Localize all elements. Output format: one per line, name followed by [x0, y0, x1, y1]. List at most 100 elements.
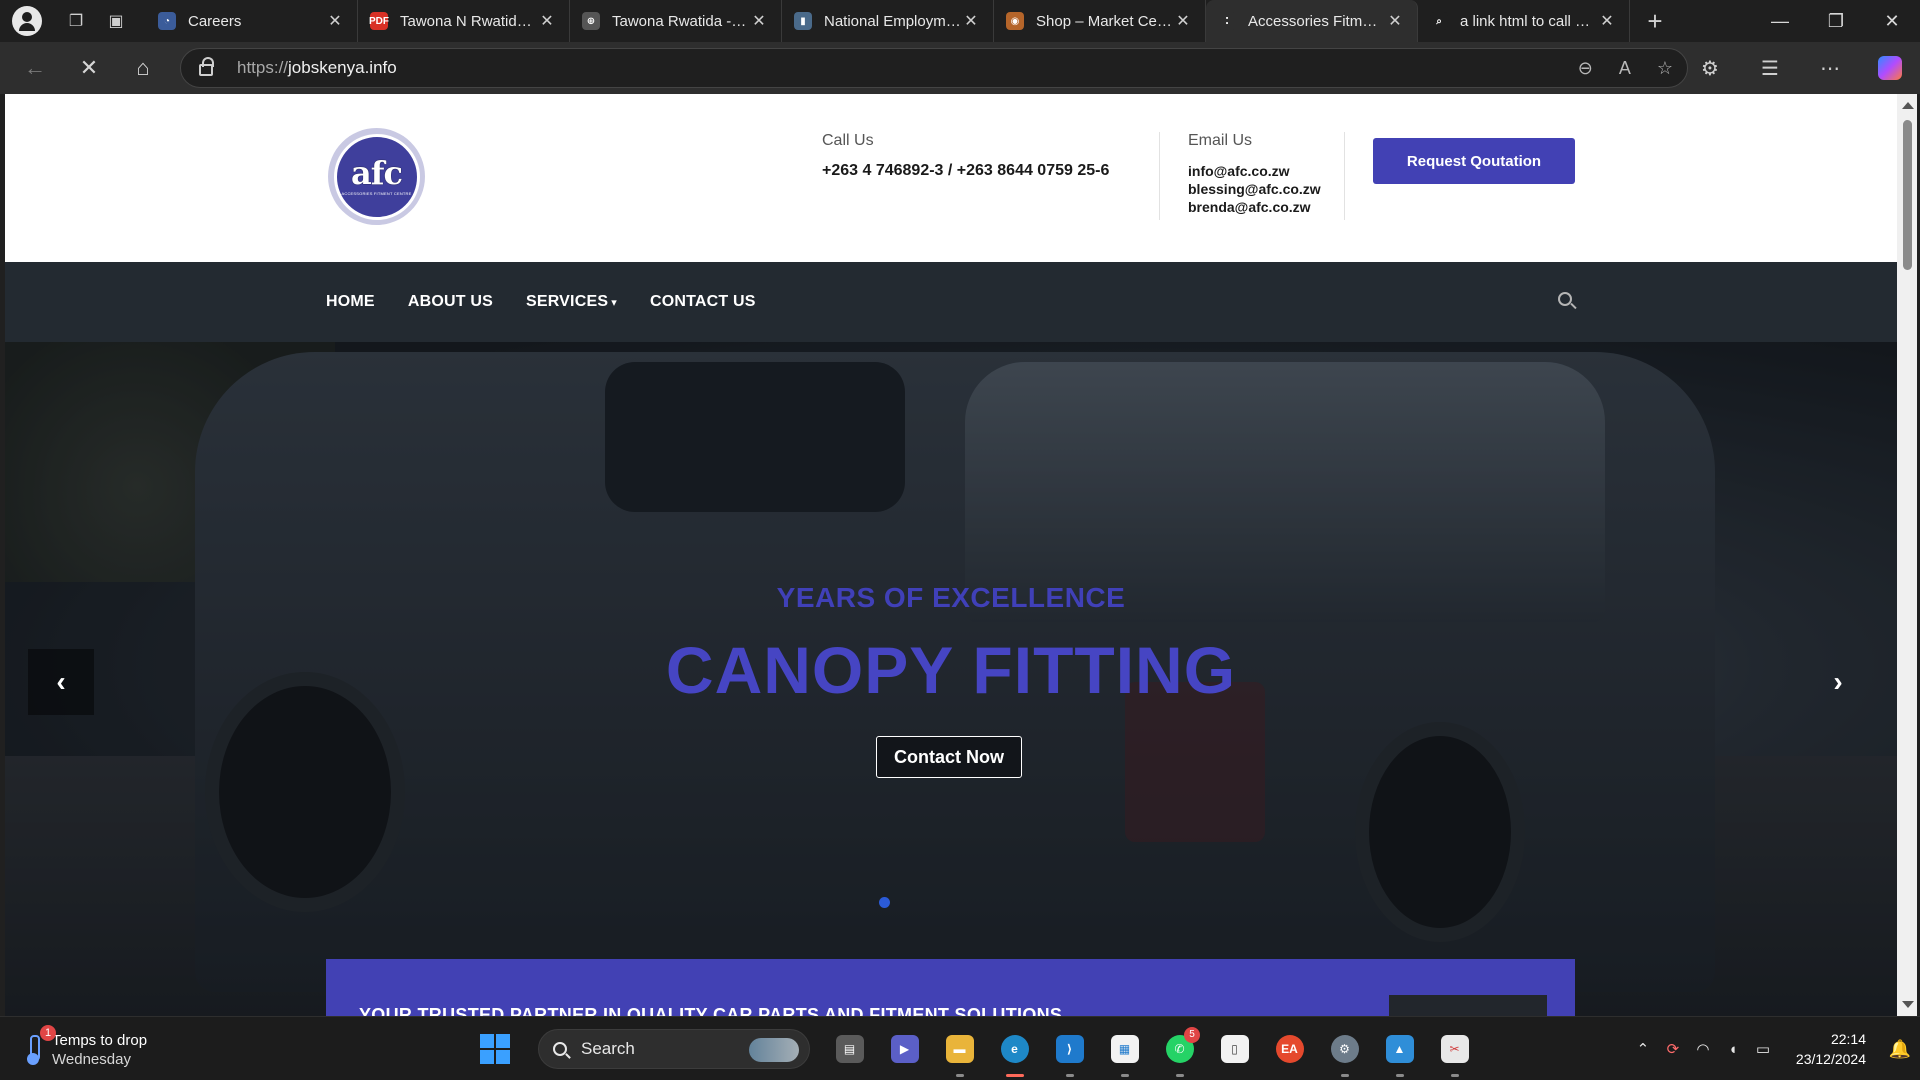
browser-tab[interactable]: ⌕ a link html to call a contact✕	[1418, 0, 1630, 42]
read-aloud-icon[interactable]: A	[1619, 58, 1631, 79]
back-button[interactable]: ←	[8, 42, 62, 94]
browser-tab[interactable]: PDF Tawona N Rwatida CV ✕	[358, 0, 570, 42]
tab-title: National Employment	[824, 12, 961, 30]
browser-tab[interactable]: ⊕ Tawona Rwatida - Portfolio✕	[570, 0, 782, 42]
ea-app-icon[interactable]: EA	[1262, 1017, 1317, 1080]
tab-favicon: ⁚	[1218, 12, 1236, 30]
weather-day: Wednesday	[52, 1051, 131, 1068]
new-tab-button[interactable]: +	[1630, 0, 1680, 42]
whatsapp-icon[interactable]: ✆ 5	[1152, 1017, 1207, 1080]
show-hidden-icons-chevron[interactable]: ⌃	[1628, 1040, 1658, 1058]
stop-loading-button[interactable]: ✕	[62, 42, 116, 94]
slider-dot[interactable]	[879, 897, 890, 908]
close-tab-icon[interactable]: ✕	[537, 11, 557, 31]
clock-time: 22:14	[1830, 1031, 1866, 1047]
file-explorer-icon[interactable]: ▬	[932, 1017, 987, 1080]
whatsapp-badge: 5	[1184, 1027, 1200, 1043]
edge-browser-icon[interactable]: e	[987, 1017, 1042, 1080]
request-quotation-button[interactable]: Request Qoutation	[1373, 138, 1575, 184]
nav-contact-us[interactable]: CONTACT US	[650, 293, 756, 311]
close-tab-icon[interactable]: ✕	[325, 11, 345, 31]
browser-tab[interactable]: ⁚ Accessories Fitment Centre✕	[1206, 0, 1418, 42]
clock-date: 23/12/2024	[1795, 1051, 1866, 1067]
workspaces-icon[interactable]: ❐	[56, 0, 96, 42]
browser-tab[interactable]: ◉ Shop – Market Centre ✕	[994, 0, 1206, 42]
task-view-icon[interactable]: ▤	[822, 1017, 877, 1080]
favorites-icon[interactable]: ☰	[1740, 56, 1800, 81]
home-button[interactable]: ⌂	[116, 42, 170, 94]
document-icon[interactable]: ▯	[1207, 1017, 1262, 1080]
address-bar[interactable]: https://jobskenya.info ⊖ A ☆	[180, 48, 1688, 88]
close-window-button[interactable]: ✕	[1864, 0, 1920, 42]
lock-icon[interactable]	[199, 57, 214, 76]
search-highlight-image	[749, 1038, 799, 1062]
search-icon[interactable]	[1558, 292, 1572, 306]
vscode-icon[interactable]: ⟩	[1042, 1017, 1097, 1080]
photos-icon[interactable]: ▲	[1372, 1017, 1427, 1080]
call-us-label: Call Us	[822, 132, 874, 149]
close-tab-icon[interactable]: ✕	[749, 11, 769, 31]
more-options-icon[interactable]: ⋯	[1800, 56, 1860, 81]
nav-services[interactable]: SERVICES ▾	[526, 293, 617, 311]
profile-icon[interactable]	[12, 6, 42, 36]
browser-tab-strip: ❐ ▣ ◔ Careers ✕ PDF Tawona N Rwatida CV ✕ ⊕ Taw…	[0, 0, 1920, 42]
sync-icon[interactable]: ⟳	[1658, 1040, 1688, 1058]
zoom-out-icon[interactable]: ⊖	[1578, 58, 1593, 79]
battery-icon[interactable]: ▭	[1748, 1040, 1778, 1058]
system-clock[interactable]: 22:14 23/12/2024	[1796, 1029, 1866, 1069]
scrollbar-thumb[interactable]	[1903, 120, 1912, 270]
afc-logo[interactable]: afc ACCESSORIES FITMENT CENTRE	[328, 128, 425, 225]
tab-title: Accessories Fitment Centre	[1248, 12, 1385, 30]
close-tab-icon[interactable]: ✕	[1597, 11, 1617, 31]
scroll-up-icon[interactable]	[1902, 102, 1914, 109]
hero-slider: YEARS OF EXCELLENCE CANOPY FITTING Conta…	[5, 342, 1897, 1016]
minimize-button[interactable]: —	[1752, 0, 1808, 42]
nav-about-us[interactable]: ABOUT US	[408, 293, 493, 311]
tab-title: Shop – Market Centre	[1036, 12, 1173, 30]
taskbar-search[interactable]: Search	[538, 1029, 810, 1069]
page-scrollbar[interactable]	[1897, 94, 1917, 1016]
close-tab-icon[interactable]: ✕	[1173, 11, 1193, 31]
settings-gear-icon[interactable]: ⚙	[1317, 1017, 1372, 1080]
meet-camera-icon[interactable]: ▶	[877, 1017, 932, 1080]
start-button[interactable]	[480, 1034, 510, 1064]
scroll-down-icon[interactable]	[1902, 1001, 1914, 1008]
divider	[1159, 132, 1160, 220]
get-a-quote-button[interactable]: GET A QUOTE	[1389, 995, 1547, 1016]
close-tab-icon[interactable]: ✕	[961, 11, 981, 31]
search-icon	[553, 1042, 567, 1056]
nav-home[interactable]: HOME	[326, 293, 375, 311]
volume-icon[interactable]: ◖	[1718, 1041, 1748, 1058]
browser-toolbar: ← ✕ ⌂ https://jobskenya.info ⊖ A ☆ ⚙ ☰ ⋯	[0, 42, 1920, 94]
email-link[interactable]: brenda@afc.co.zw	[1188, 198, 1321, 216]
favorite-star-icon[interactable]: ☆	[1657, 58, 1673, 79]
copilot-icon[interactable]	[1878, 56, 1902, 80]
windows-taskbar: 1 Temps to drop Wednesday Search ▤ ▶ ▬ e…	[0, 1016, 1920, 1080]
tab-favicon: PDF	[369, 12, 389, 30]
browser-tab[interactable]: ◔ Careers ✕	[146, 0, 358, 42]
slider-next-button[interactable]: ›	[1805, 649, 1871, 715]
restore-button[interactable]: ❐	[1808, 0, 1864, 42]
wifi-icon[interactable]: ◠	[1688, 1040, 1718, 1058]
tab-title: Careers	[188, 12, 242, 30]
call-us-block: Call Us +263 4 746892-3 / +263 8644 0759…	[822, 132, 1109, 180]
email-link[interactable]: info@afc.co.zw	[1188, 162, 1321, 180]
cta-banner: YOUR TRUSTED PARTNER IN QUALITY CAR PART…	[326, 959, 1575, 1016]
tab-title: Tawona Rwatida - Portfolio	[612, 12, 749, 30]
phone-numbers[interactable]: +263 4 746892-3 / +263 8644 0759 25-6	[822, 162, 1109, 180]
notification-bell-icon[interactable]: 🔔	[1880, 1039, 1920, 1060]
slider-prev-button[interactable]: ‹	[28, 649, 94, 715]
weather-title: Temps to drop	[52, 1032, 148, 1049]
weather-widget[interactable]: 1 Temps to drop Wednesday	[26, 1025, 148, 1069]
logo-mark: afc	[351, 153, 403, 192]
close-tab-icon[interactable]: ✕	[1385, 11, 1405, 31]
vertical-tabs-icon[interactable]: ▣	[96, 0, 136, 42]
email-link[interactable]: blessing@afc.co.zw	[1188, 180, 1321, 198]
microsoft-store-icon[interactable]: ▦	[1097, 1017, 1152, 1080]
contact-now-button[interactable]: Contact Now	[876, 736, 1022, 778]
extensions-icon[interactable]: ⚙	[1680, 56, 1740, 81]
tab-favicon: ⌕	[1430, 12, 1448, 30]
snipping-tool-icon[interactable]: ✂	[1427, 1017, 1482, 1080]
url-text[interactable]: https://jobskenya.info	[237, 58, 397, 78]
browser-tab[interactable]: ▮ National Employment ✕	[782, 0, 994, 42]
